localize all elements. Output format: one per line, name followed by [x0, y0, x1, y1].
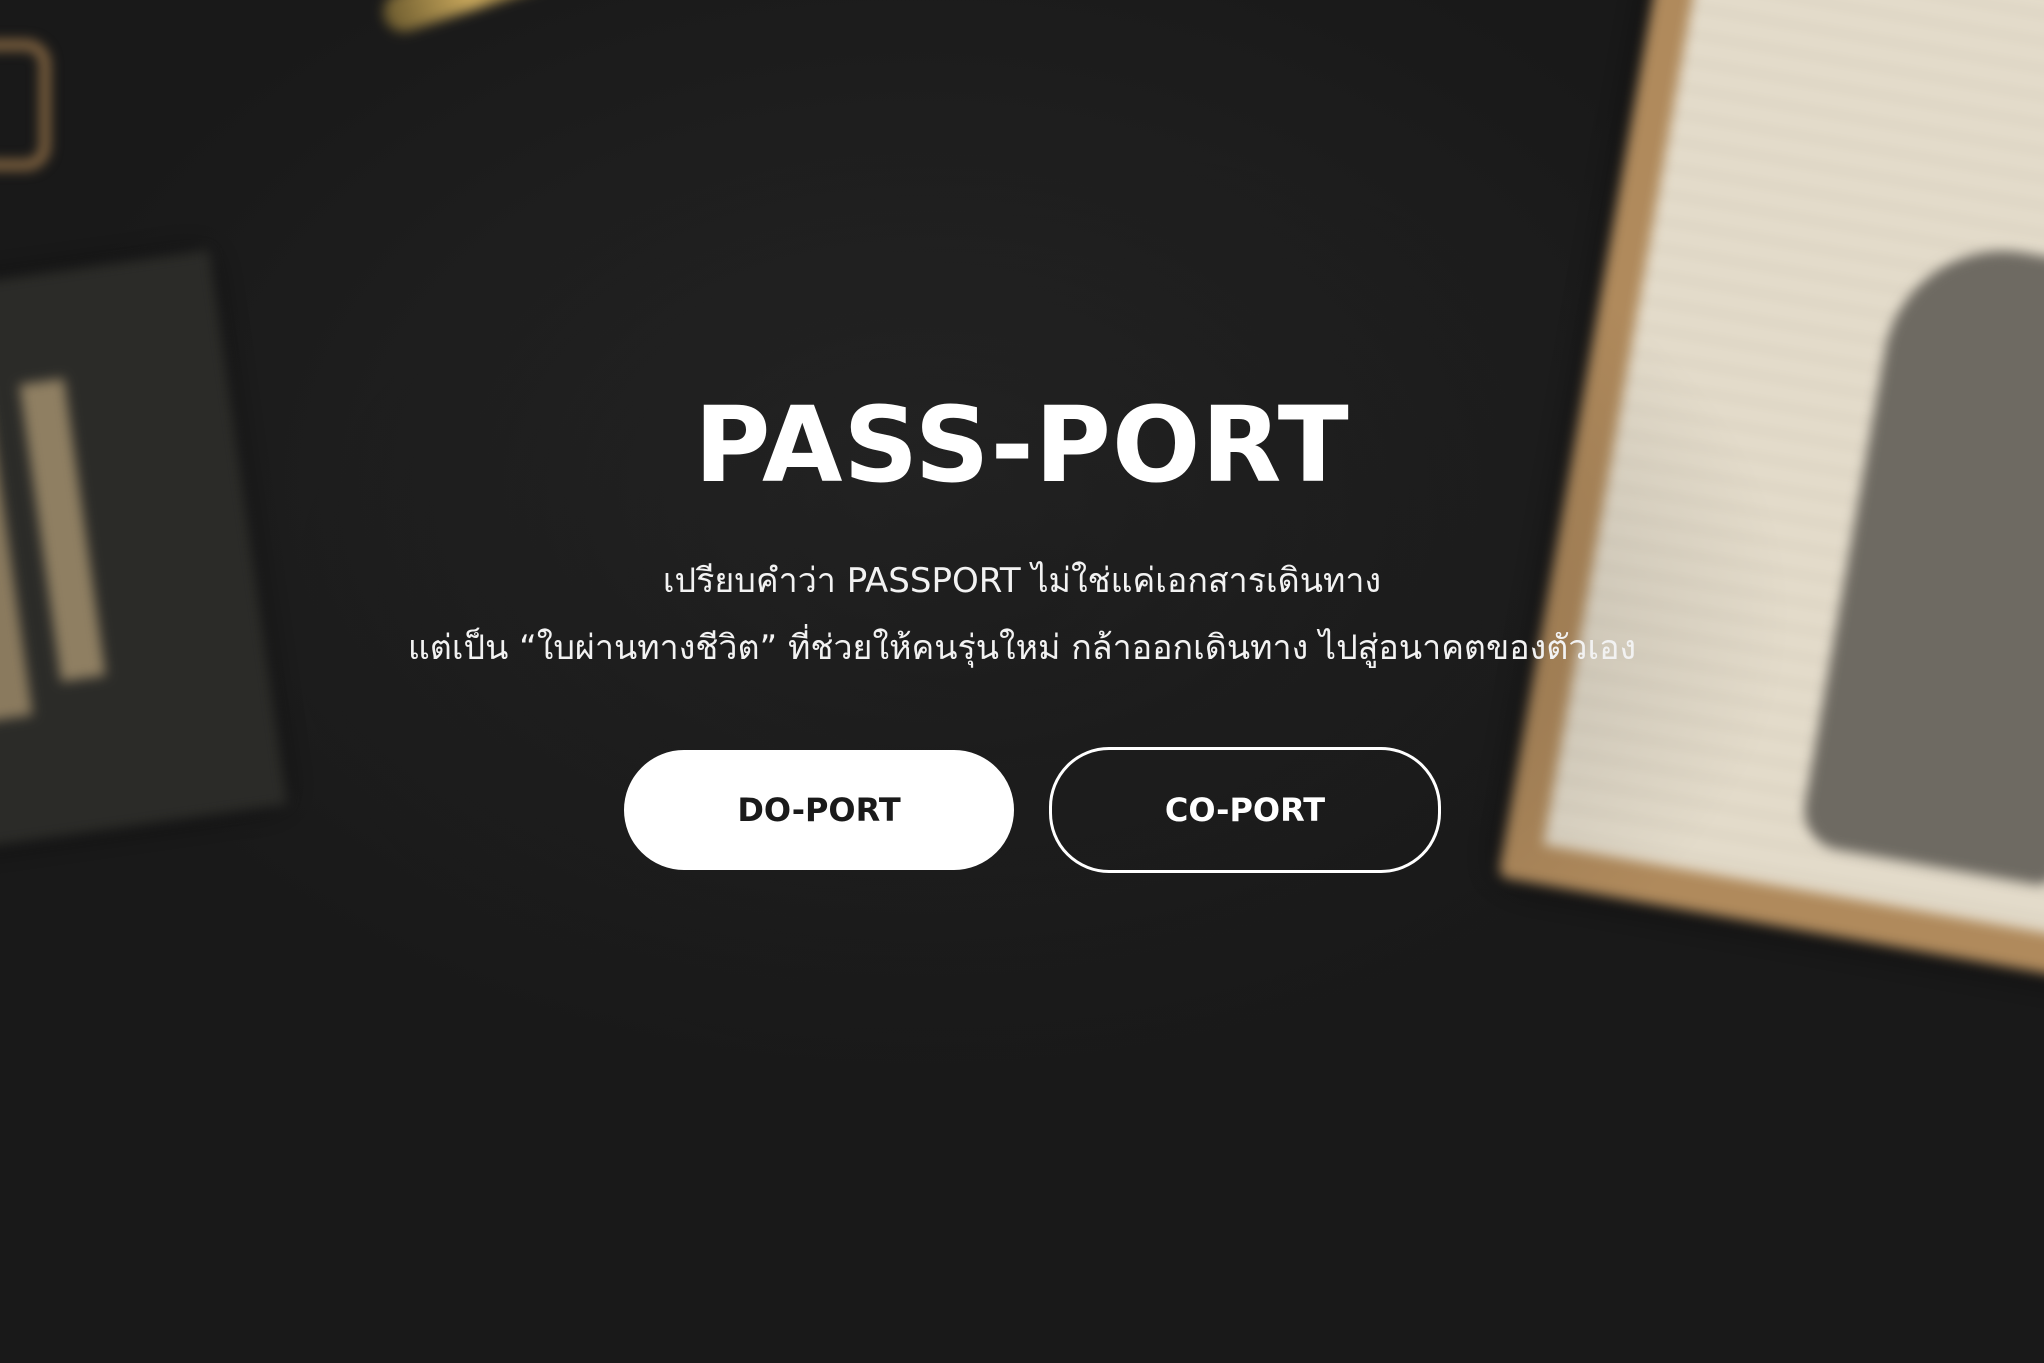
hero-page: PASS-PORT เปรียบคำว่า PASSPORT ไม่ใช่แค่… — [0, 0, 2044, 1363]
do-port-button[interactable]: DO-PORT — [624, 750, 1014, 870]
hero-subtitle-line-1: เปรียบคำว่า PASSPORT ไม่ใช่แค่เอกสารเดิน… — [662, 561, 1382, 601]
co-port-button-label: CO-PORT — [1164, 791, 1326, 829]
co-port-button[interactable]: CO-PORT — [1049, 747, 1441, 873]
background-overlay — [0, 0, 2044, 1363]
hero-subtitle-line-2: แต่เป็น “ใบผ่านทางชีวิต” ที่ช่วยให้คนรุ่… — [407, 628, 1637, 668]
page-title: PASS-PORT — [694, 384, 1350, 506]
do-port-button-label: DO-PORT — [737, 791, 901, 829]
